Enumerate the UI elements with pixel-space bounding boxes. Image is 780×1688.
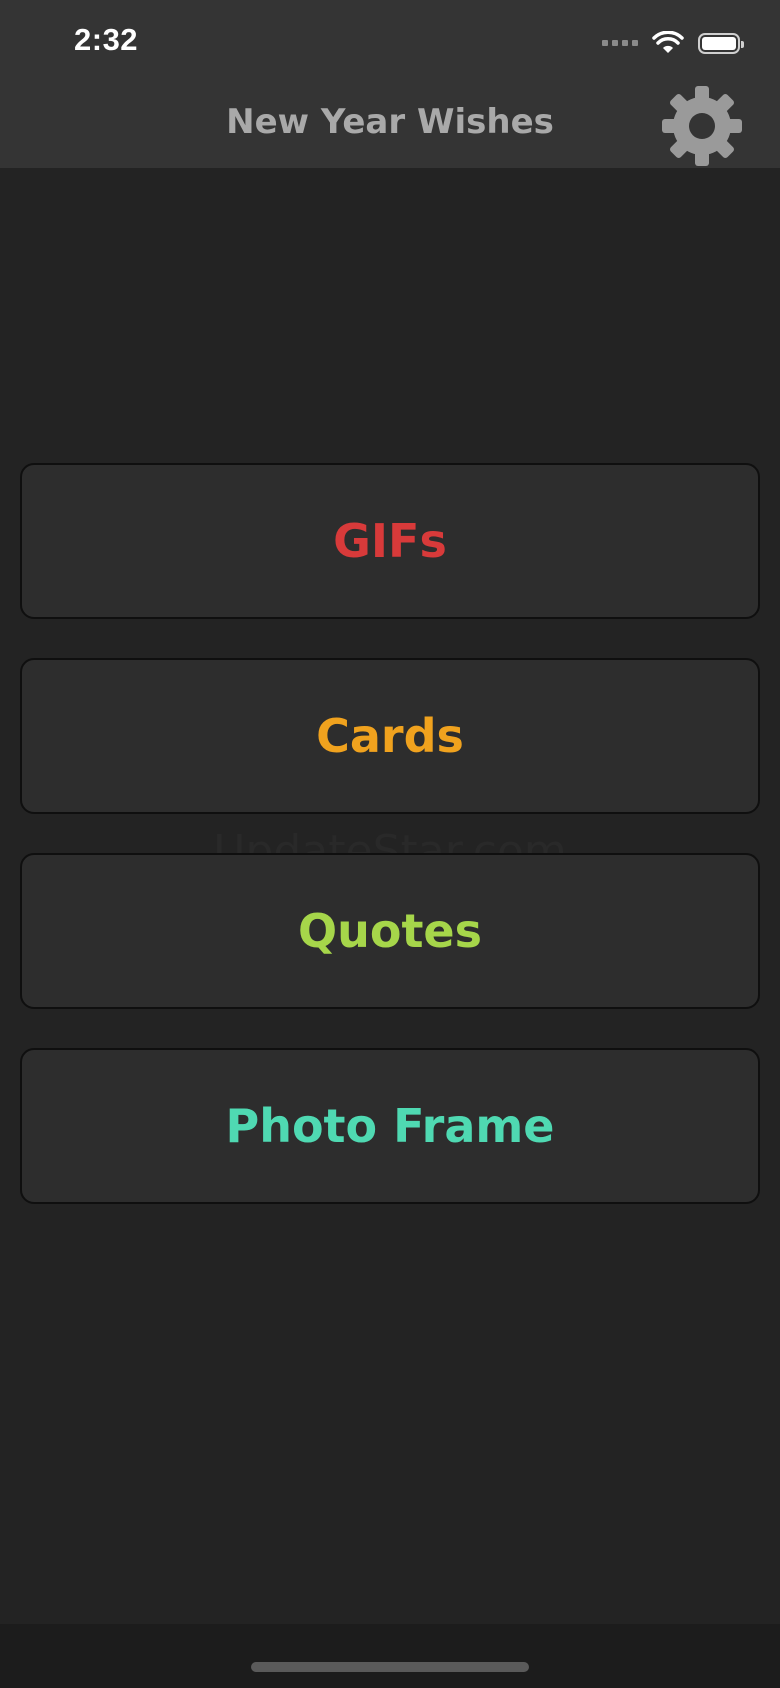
cards-button[interactable]: Cards	[20, 658, 760, 814]
menu-list: GIFs Cards Quotes Photo Frame	[20, 463, 760, 1204]
nav-bar: New Year Wishes	[0, 84, 780, 168]
status-bar: 2:32	[0, 0, 780, 84]
wifi-icon	[652, 31, 684, 53]
bottom-bar	[0, 1624, 780, 1688]
settings-button[interactable]	[660, 84, 744, 168]
quotes-button[interactable]: Quotes	[20, 853, 760, 1009]
photo-frame-button[interactable]: Photo Frame	[20, 1048, 760, 1204]
gifs-button[interactable]: GIFs	[20, 463, 760, 619]
signal-icon	[602, 40, 638, 46]
battery-icon	[698, 32, 744, 54]
home-indicator[interactable]	[251, 1662, 529, 1672]
status-icons	[602, 28, 744, 58]
status-time: 2:32	[74, 22, 139, 57]
gear-icon	[662, 86, 742, 166]
app-screen: 2:32 New Year Wishes UpdateStar.com GIFs…	[0, 0, 780, 1688]
